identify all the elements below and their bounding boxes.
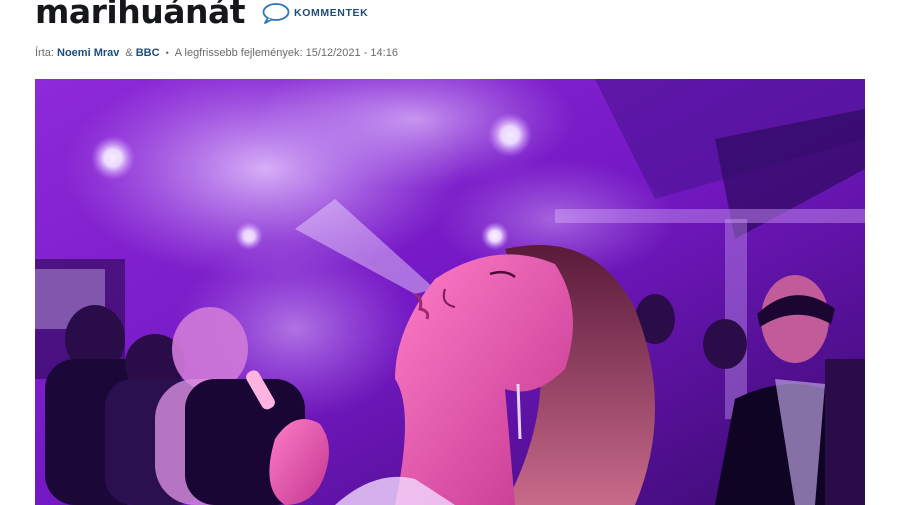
author-link[interactable]: Noemi Mrav <box>57 47 119 59</box>
comments-label: KOMMENTEK <box>294 7 369 19</box>
article-headline: marihuánát <box>35 0 246 31</box>
comments-button[interactable]: KOMMENTEK <box>261 2 368 24</box>
byline: Írta: Noemi Mrav & BBC • A legfrissebb f… <box>35 47 398 59</box>
photo-smoking-party <box>35 79 865 505</box>
headline-row: marihuánát KOMMENTEK <box>35 0 368 36</box>
byline-amp: & <box>125 47 133 59</box>
byline-separator: • <box>165 48 169 58</box>
updated-label: A legfrissebb fejlemények: <box>174 47 303 59</box>
comment-bubble-icon <box>262 3 290 24</box>
byline-prefix: Írta: <box>35 47 54 59</box>
updated-timestamp: 15/12/2021 - 14:16 <box>305 47 398 59</box>
source-link[interactable]: BBC <box>136 47 160 59</box>
article-photo <box>35 79 865 505</box>
